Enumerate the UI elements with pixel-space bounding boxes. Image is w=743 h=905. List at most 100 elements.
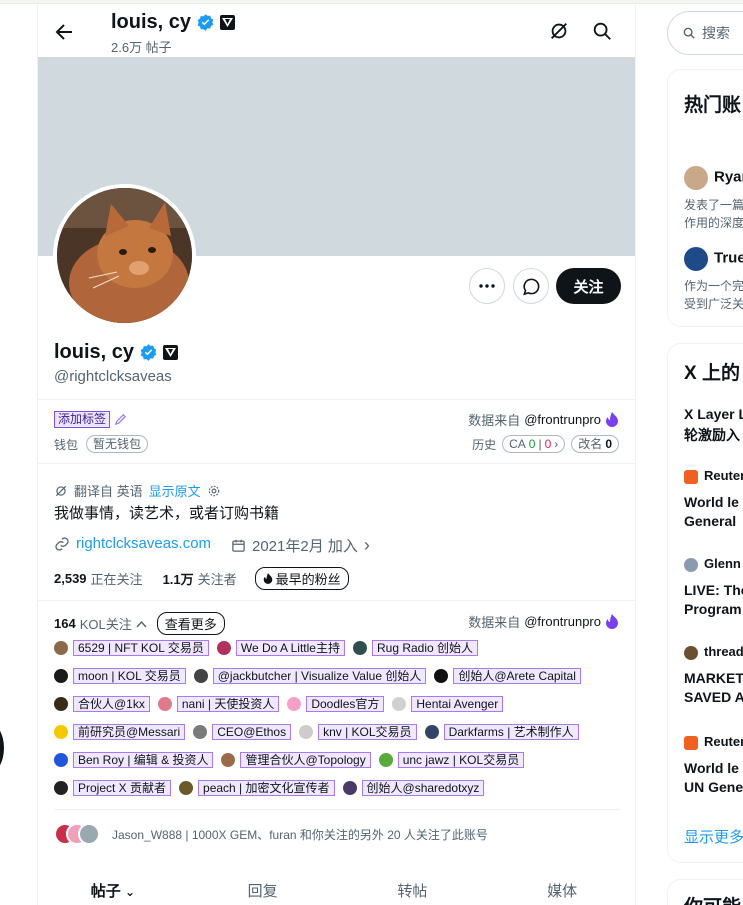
verified-badge-icon (197, 14, 214, 31)
data-source-handle[interactable]: @frontrunpro (524, 412, 601, 427)
kol-avatar (54, 725, 68, 739)
profile-avatar[interactable] (53, 184, 196, 327)
kol-item[interactable]: 前研究员@Messari (54, 724, 186, 740)
kol-item[interactable]: CEO@Ethos (193, 724, 292, 740)
profile-name: louis, cy (54, 341, 135, 363)
kol-row: Project X 贡献者 peach | 加密文化宣传者 创始人@sharedot… (54, 780, 487, 796)
news-item-1-line2[interactable]: 轮激励入 (684, 425, 740, 445)
news-item-2-line2[interactable]: General (684, 513, 736, 529)
chevron-up-icon[interactable] (136, 620, 147, 628)
website-link[interactable]: rightclcksaveas.com (76, 535, 211, 552)
news-source-4: thread (684, 644, 743, 660)
tab-reposts[interactable]: 转帖 (338, 872, 488, 905)
kol-item[interactable]: 管理合伙人@Topology (221, 752, 371, 768)
kol-item[interactable]: Project X 贡献者 (54, 780, 172, 796)
translation-row: 翻译自 英语 显示原文 (54, 481, 221, 500)
following-count[interactable]: 2,539 (54, 571, 87, 586)
stats-row: 2,539 正在关注 1.1万 关注者 最早的粉丝 (54, 567, 349, 590)
news-source-3: Glenn (684, 556, 741, 572)
kol-avatar (434, 669, 449, 683)
left-nav-avatar-edge[interactable] (0, 722, 4, 774)
kol-label: peach | 加密文化宣传者 (198, 780, 335, 796)
kol-item[interactable]: 创始人@Arete Capital (434, 668, 581, 684)
tab-replies[interactable]: 回复 (188, 872, 338, 905)
kol-item[interactable]: 创始人@sharedotxyz (342, 780, 485, 796)
news-item-3[interactable]: LIVE: The (684, 582, 743, 598)
news-item-4[interactable]: MARKET (684, 670, 743, 686)
kol-row: Ben Roy | 编辑 & 投资人 管理合伙人@Topology unc jawz… (54, 752, 527, 768)
search-box[interactable]: 搜索 (667, 11, 743, 55)
divider (38, 463, 635, 464)
verified-badge-icon (140, 344, 157, 361)
data-source-row: 数据来自 @frontrunpro (468, 410, 619, 429)
kol-label: 前研究员@Messari (73, 724, 186, 740)
kol-item[interactable]: 6529 | NFT KOL 交易员 (54, 640, 209, 656)
see-more-button[interactable]: 查看更多 (156, 612, 225, 635)
followers-count[interactable]: 1.1万 (163, 569, 194, 588)
news-item-2[interactable]: World le (684, 494, 739, 510)
show-more-link[interactable]: 显示更多 (684, 826, 743, 847)
kol-label: 管理合伙人@Topology (240, 752, 371, 768)
kol-avatar (54, 781, 68, 795)
kol-label: Doodles官方 (306, 696, 385, 712)
rename-pill[interactable]: 改名 0 (571, 435, 619, 453)
rename-count: 0 (605, 437, 612, 451)
frontrun-logo-icon (606, 614, 618, 629)
kol-label: 6529 | NFT KOL 交易员 (73, 640, 209, 656)
gear-icon[interactable] (207, 484, 221, 498)
show-original-link[interactable]: 显示原文 (149, 481, 201, 500)
profile-handle: @rightclcksaveas (54, 368, 172, 385)
grok-icon[interactable] (548, 20, 570, 42)
tab-posts[interactable]: 帖子 ⌄ (38, 872, 188, 905)
news-item-3-line2[interactable]: Program (684, 601, 742, 617)
trending-account-1[interactable]: Ryan (684, 166, 743, 190)
kol-label: knv | KOL交易员 (318, 724, 417, 740)
kol-avatar (299, 725, 314, 739)
kol-item[interactable]: peach | 加密文化宣传者 (179, 780, 335, 796)
ca-history-pill[interactable]: CA 0 | 0 › (502, 435, 566, 453)
kol-item[interactable]: Ben Roy | 编辑 & 投资人 (54, 752, 214, 768)
pencil-icon[interactable] (114, 413, 127, 426)
news-item-5-line2[interactable]: UN Gene (684, 779, 743, 795)
kol-label: nani | 天使投资人 (176, 696, 280, 712)
kol-item[interactable]: Hentai Avenger (392, 696, 504, 712)
more-options-button[interactable] (469, 268, 505, 304)
news-item-4-line2[interactable]: SAVED A (684, 689, 743, 705)
joined-row[interactable]: 2021年2月 加入 › (231, 535, 370, 556)
trending-account-1-desc: 发表了一篇 (684, 198, 743, 212)
kol-item[interactable]: We Do A Little主持 (216, 640, 345, 656)
who-to-follow-title: 你可能 (684, 892, 741, 905)
kol-item[interactable]: 合伙人@1kx (54, 696, 150, 712)
kol-item[interactable]: @jackbutcher | Visualize Value 创始人 (193, 668, 427, 684)
data-source-label: 数据来自 (468, 413, 521, 428)
mutual-followers-row[interactable]: Jason_W888 | 1000X GEM、furan 和你关注的另外 20 … (54, 823, 488, 845)
earliest-fans-button[interactable]: 最早的粉丝 (254, 567, 349, 590)
trending-account-2[interactable]: True (684, 247, 743, 271)
news-source-2: Reuter (684, 468, 743, 484)
wallet-row: 钱包 暂无钱包 (54, 435, 149, 453)
divider (38, 600, 635, 601)
news-item-5[interactable]: World le (684, 760, 739, 776)
kol-source-handle[interactable]: @frontrunpro (524, 614, 601, 629)
add-tag-row: 添加标签 (54, 411, 127, 428)
header-name: louis, cy (111, 11, 192, 33)
search-icon[interactable] (591, 20, 613, 42)
news-title: X 上的 (684, 363, 740, 384)
add-tag-button[interactable]: 添加标签 (54, 411, 111, 428)
kol-item[interactable]: knv | KOL交易员 (299, 724, 417, 740)
kol-item[interactable]: Doodles官方 (287, 696, 385, 712)
kol-item[interactable]: Rug Radio 创始人 (352, 640, 479, 656)
back-arrow-icon[interactable] (52, 20, 76, 44)
mutual-avatars (54, 823, 100, 845)
kol-item[interactable]: Darkfarms | 艺术制作人 (424, 724, 579, 740)
kol-item[interactable]: nani | 天使投资人 (157, 696, 280, 712)
profile-tabs: 帖子 ⌄ 回复 转帖 媒体 (38, 872, 635, 905)
kol-item[interactable]: unc jawz | KOL交易员 (378, 752, 525, 768)
followers-label[interactable]: 关注者 (198, 569, 237, 588)
following-label[interactable]: 正在关注 (91, 569, 143, 588)
news-item-1[interactable]: X Layer L (684, 406, 743, 422)
kol-item[interactable]: moon | KOL 交易员 (54, 668, 186, 684)
follow-button[interactable]: 关注 (556, 268, 621, 304)
tab-media[interactable]: 媒体 (487, 872, 635, 905)
message-button[interactable] (513, 268, 549, 304)
